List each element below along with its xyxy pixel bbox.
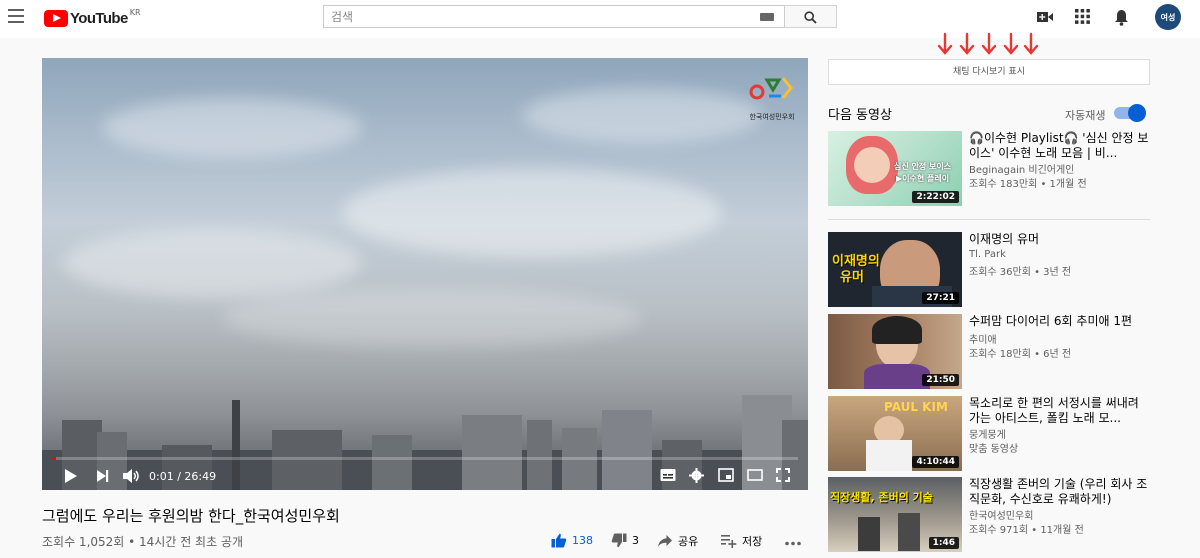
thumb-caption: PAUL KIM xyxy=(884,400,948,414)
duration-badge: 2:22:02 xyxy=(912,191,959,203)
share-label: 공유 xyxy=(678,535,699,548)
share-icon xyxy=(658,535,672,547)
thumb-caption: 유머 xyxy=(840,270,864,285)
thumb-caption: 심신 안정 보이스 xyxy=(894,162,952,171)
recommendation-thumbnail[interactable]: 직장생활, 존버의 기술 1:46 xyxy=(828,477,962,552)
search-box xyxy=(323,5,785,28)
add-to-playlist-icon xyxy=(721,535,737,548)
recommendation-title[interactable]: 이재명의 유머 xyxy=(969,232,1149,247)
recommendation-item[interactable]: 21:50 수퍼맘 다이어리 6회 추미애 1편 추미애 조회수 18만회 • … xyxy=(828,314,1158,390)
save-button[interactable]: 저장 xyxy=(721,533,762,549)
divider xyxy=(828,219,1150,220)
recommendation-title[interactable]: 수퍼맘 다이어리 6회 추미애 1편 xyxy=(969,314,1149,329)
notifications-bell-icon[interactable] xyxy=(1114,9,1129,26)
like-count: 138 xyxy=(572,534,593,547)
settings-gear-icon[interactable] xyxy=(689,468,704,483)
next-icon[interactable] xyxy=(96,468,110,484)
recommendation-channel[interactable]: 한국여성민우회 xyxy=(969,507,1033,522)
recommendation-thumbnail[interactable]: 심신 안정 보이스 ▶이수현 플레이 2:22:02 xyxy=(828,131,962,206)
autoplay-toggle[interactable] xyxy=(1114,104,1146,122)
show-chat-replay-button[interactable]: 채팅 다시보기 표시 xyxy=(828,59,1150,85)
recommendation-thumbnail[interactable]: 이재명의 유머 27:21 xyxy=(828,232,962,307)
thumb-caption: 직장생활, 존버의 기술 xyxy=(830,491,933,504)
recommendation-meta: 조회수 36만회 • 3년 전 xyxy=(969,267,1072,278)
recommendation-item[interactable]: 심신 안정 보이스 ▶이수현 플레이 2:22:02 🎧이수현 Playlist… xyxy=(828,131,1158,207)
logo-text: YouTube xyxy=(70,9,128,27)
recommendation-channel[interactable]: 뭉게뭉게 xyxy=(969,426,1006,441)
progress-fill xyxy=(52,457,56,460)
recommendation-meta: 조회수 971회 • 11개월 전 xyxy=(969,525,1084,536)
recommendation-title[interactable]: 🎧이수현 Playlist🎧 '심신 안정 보이스' 이수현 노래 모음 | 비… xyxy=(969,131,1149,161)
like-button[interactable]: 138 xyxy=(551,533,593,548)
youtube-play-icon xyxy=(44,9,68,27)
video-meta: 조회수 1,052회 • 14시간 전 최초 공개 xyxy=(42,535,244,549)
search-button[interactable] xyxy=(785,5,837,28)
play-icon[interactable] xyxy=(64,468,78,484)
duration-badge: 27:21 xyxy=(922,292,959,304)
watermark-text: 한국여성민우회 xyxy=(749,113,795,121)
youtube-logo[interactable]: YouTube KR xyxy=(44,7,141,27)
create-video-icon[interactable] xyxy=(1036,9,1054,25)
thumbs-down-icon xyxy=(611,533,627,548)
recommendation-item[interactable]: 직장생활, 존버의 기술 1:46 직장생활 존버의 기술 (우리 회사 조직문… xyxy=(828,477,1158,553)
duration-badge: 4:10:44 xyxy=(912,456,959,468)
apps-grid-icon[interactable] xyxy=(1075,9,1090,24)
recommendation-meta: 맞춤 동영상 xyxy=(969,444,1019,455)
volume-icon[interactable] xyxy=(122,468,140,484)
recommendation-item[interactable]: 이재명의 유머 27:21 이재명의 유머 Tl. Park 조회수 36만회 … xyxy=(828,232,1158,308)
dislike-button[interactable]: 3 xyxy=(611,533,639,548)
toggle-knob xyxy=(1128,104,1146,122)
search-icon xyxy=(804,11,817,24)
thumb-caption: ▶이수현 플레이 xyxy=(896,174,950,183)
subtitles-icon[interactable] xyxy=(660,468,676,482)
more-actions-icon[interactable] xyxy=(785,541,801,546)
autoplay-label: 자동재생 xyxy=(1065,109,1106,122)
red-arrows-annotation xyxy=(937,32,1039,55)
duration-badge: 1:46 xyxy=(928,537,959,549)
duration-badge: 21:50 xyxy=(922,374,959,386)
player-controls: 0:01 / 26:49 xyxy=(42,462,808,490)
recommendation-item[interactable]: PAUL KIM 4:10:44 목소리로 한 편의 서정시를 써내려가는 아티… xyxy=(828,396,1158,472)
video-player[interactable]: 한국여성민우회 0:01 / 26:49 xyxy=(42,58,808,490)
share-button[interactable]: 공유 xyxy=(657,533,698,549)
miniplayer-icon[interactable] xyxy=(718,468,734,482)
recommendation-title[interactable]: 직장생활 존버의 기술 (우리 회사 조직문화, 수신호로 유쾌하게!) xyxy=(969,477,1149,507)
recommendation-meta: 조회수 18만회 • 6년 전 xyxy=(969,349,1072,360)
search-input[interactable] xyxy=(324,6,754,27)
recommendation-channel[interactable]: Beginagain 비긴어게인 xyxy=(969,161,1074,176)
recommendation-channel[interactable]: Tl. Park xyxy=(969,249,1006,260)
account-avatar[interactable]: 여성 xyxy=(1155,4,1181,30)
fullscreen-icon[interactable] xyxy=(776,468,790,482)
recommendation-meta: 조회수 183만회 • 1개월 전 xyxy=(969,179,1087,190)
recommendation-channel[interactable]: 추미애 xyxy=(969,331,997,346)
hamburger-menu-icon[interactable] xyxy=(8,9,24,23)
keyboard-icon[interactable] xyxy=(760,13,774,21)
thumbs-up-icon xyxy=(551,533,567,548)
up-next-heading: 다음 동영상 xyxy=(828,108,892,123)
theater-mode-icon[interactable] xyxy=(747,468,763,482)
org-logo-icon xyxy=(749,77,793,100)
progress-bar[interactable] xyxy=(52,457,798,460)
recommendation-thumbnail[interactable]: PAUL KIM 4:10:44 xyxy=(828,396,962,471)
dislike-count: 3 xyxy=(632,534,639,547)
recommendation-thumbnail[interactable]: 21:50 xyxy=(828,314,962,389)
save-label: 저장 xyxy=(742,535,763,548)
time-display: 0:01 / 26:49 xyxy=(149,470,217,483)
region-code: KR xyxy=(129,7,141,17)
channel-watermark: 한국여성민우회 xyxy=(748,74,796,122)
recommendation-title[interactable]: 목소리로 한 편의 서정시를 써내려가는 아티스트, 폴킴 노래 모... xyxy=(969,396,1149,426)
video-title: 그럼에도 우리는 후원의밤 한다_한국여성민우회 xyxy=(42,507,340,525)
